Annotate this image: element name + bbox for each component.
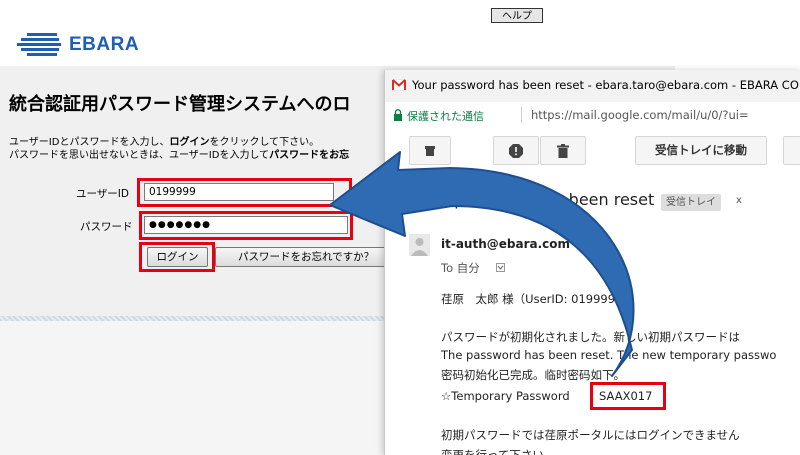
gmail-icon [392, 79, 406, 91]
page-title: 統合認証用パスワード管理システムへのロ [9, 94, 351, 115]
body-line-zh: 密码初始化已完成。临时密码如下。 [441, 368, 625, 382]
more-toolbar-button[interactable] [783, 136, 800, 165]
inbox-label-chip: 受信トレイ [661, 194, 721, 211]
body-line-last: 変更を行って下さい [441, 448, 544, 455]
chevron-down-icon [497, 265, 504, 270]
sender-address[interactable]: it-auth@ebara.com [441, 237, 570, 251]
password-label: パスワード [80, 221, 133, 233]
help-button[interactable]: ヘルプ [491, 8, 543, 23]
ebara-logo: EBARA [17, 33, 147, 59]
archive-icon [425, 145, 435, 156]
ebara-logo-mark [17, 33, 61, 57]
recipient-details-dropdown[interactable] [496, 263, 505, 272]
sender-avatar [409, 234, 430, 256]
body-line-ja: パスワードが初期化されました。新しい初期パスワードは [441, 330, 740, 344]
instruction-line-2: パスワードを思い出せないときは、ユーザーIDを入力してパスワードをお忘 [9, 150, 350, 161]
report-spam-button[interactable] [493, 136, 539, 165]
delete-button[interactable] [540, 136, 586, 165]
url-text[interactable]: https://mail.google.com/mail/u/0/?ui= [531, 108, 749, 122]
body-line-en: The password has been reset. The new tem… [441, 348, 777, 362]
address-separator [521, 107, 522, 123]
userid-label: ユーザーID [76, 188, 129, 200]
userid-highlight [137, 178, 352, 207]
login-highlight [139, 242, 215, 272]
body-line-note: 初期パスワードでは荏原ポータルにはログインできません [441, 428, 740, 442]
gmail-popup-window: Your password has been reset - ebara.tar… [384, 70, 800, 455]
temp-password-highlight [590, 382, 666, 410]
secure-connection-label: 保護された通信 [407, 110, 484, 123]
email-subject: Your password has been reset [415, 190, 655, 209]
remove-label-icon[interactable]: x [736, 195, 742, 206]
body-greeting: 荏原 太郎 様（UserID: 0199999） [441, 292, 634, 306]
password-highlight [139, 211, 353, 240]
window-title: Your password has been reset - ebara.tar… [412, 78, 799, 92]
archive-button[interactable] [409, 136, 451, 165]
window-titlebar: Your password has been reset - ebara.tar… [385, 70, 800, 102]
mail-toolbar: 受信トレイに移動 [385, 128, 800, 178]
recipient-line: To 自分 [441, 261, 480, 275]
temp-password-label: ☆Temporary Password [441, 389, 570, 403]
logo-text: EBARA [69, 34, 140, 55]
address-bar[interactable]: 保護された通信 https://mail.google.com/mail/u/0… [385, 102, 800, 129]
lock-icon [394, 109, 402, 121]
person-icon [411, 238, 428, 256]
trash-icon [557, 143, 569, 158]
move-to-inbox-button[interactable]: 受信トレイに移動 [635, 136, 767, 165]
spam-icon [509, 143, 523, 158]
forgot-password-button[interactable]: パスワードをお忘れですか？ [215, 247, 387, 267]
